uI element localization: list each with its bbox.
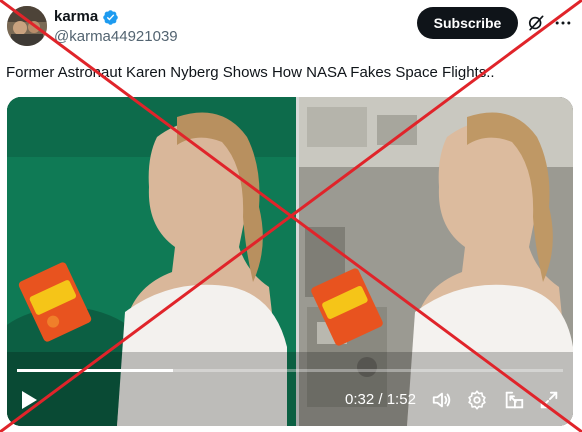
grok-icon[interactable] (526, 13, 546, 33)
video-player[interactable]: 0:32 / 1:52 (7, 97, 573, 426)
avatar[interactable] (7, 6, 47, 46)
more-icon[interactable] (553, 13, 573, 33)
play-icon[interactable] (19, 389, 39, 411)
avatar-image (7, 6, 47, 46)
duration: 1:52 (386, 391, 416, 408)
author-name[interactable]: karma (54, 7, 98, 27)
post-page: karma @karma44921039 Subscribe Former As… (0, 0, 582, 432)
video-progress-fill (17, 369, 174, 372)
subscribe-button[interactable]: Subscribe (417, 7, 518, 39)
volume-icon[interactable] (431, 389, 453, 411)
video-time: 0:32 / 1:52 (345, 391, 416, 409)
fullscreen-icon[interactable] (538, 389, 560, 411)
author-handle[interactable]: @karma44921039 (54, 27, 178, 47)
settings-icon[interactable] (466, 389, 488, 411)
video-progress-track[interactable] (17, 369, 563, 372)
post-header: karma @karma44921039 Subscribe (0, 0, 582, 52)
video-frame (7, 97, 573, 426)
verified-badge-icon (103, 9, 118, 25)
post-text: Former Astronaut Karen Nyberg Shows How … (6, 64, 495, 81)
picture-in-picture-icon[interactable] (503, 389, 525, 411)
author-row: karma (54, 7, 119, 27)
current-time: 0:32 (345, 391, 375, 408)
time-separator: / (378, 391, 383, 408)
